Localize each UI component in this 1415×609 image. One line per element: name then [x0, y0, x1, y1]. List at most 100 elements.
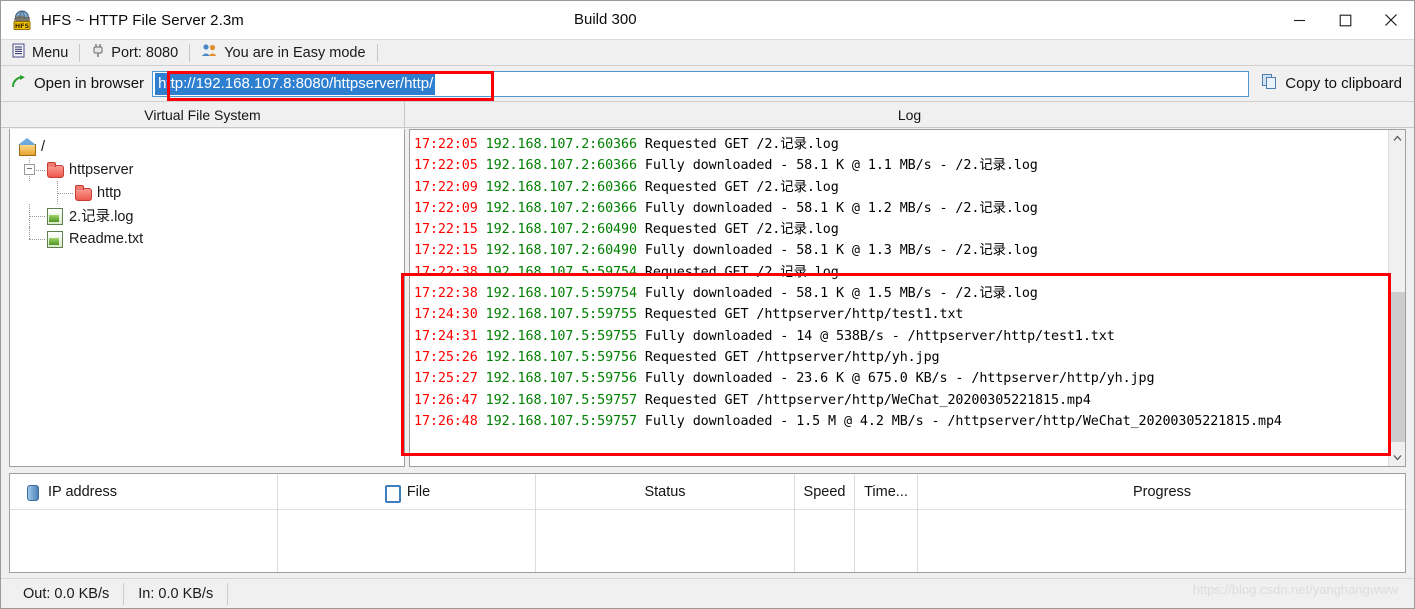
log-message: Requested GET /httpserver/http/WeChat_20…	[644, 392, 1091, 408]
log-line: 17:24:30 192.168.107.5:59755 Requested G…	[414, 304, 1388, 325]
log-timestamp: 17:22:09	[414, 200, 486, 216]
log-line: 17:26:48 192.168.107.5:59757 Fully downl…	[414, 411, 1388, 432]
column-header[interactable]: File	[278, 474, 536, 510]
maximize-button[interactable]	[1322, 1, 1368, 39]
transfers-table-header: IP address File Status Speed Time... Progress	[10, 474, 1405, 510]
table-column	[855, 510, 918, 572]
menu-list-icon	[12, 43, 26, 62]
column-header[interactable]: Status	[536, 474, 795, 510]
log-panel-header: Log	[897, 107, 922, 123]
easy-mode-button[interactable]: You are in Easy mode	[190, 40, 376, 66]
vfs-panel-header: Virtual File System	[1, 102, 405, 128]
tree-expander-icon[interactable]: −	[24, 164, 35, 175]
file-icon	[46, 207, 64, 225]
log-ip-port: 192.168.107.5:59756	[485, 349, 645, 365]
column-header-label: Speed	[803, 484, 846, 500]
menu-button[interactable]: Menu	[1, 40, 79, 66]
window-title: HFS ~ HTTP File Server 2.3m	[41, 11, 244, 29]
log-message: Fully downloaded - 58.1 K @ 1.2 MB/s - /…	[644, 200, 1038, 216]
log-ip-port: 192.168.107.2:60366	[485, 179, 645, 195]
tree-node[interactable]: /	[18, 135, 404, 158]
tree-connector	[57, 193, 73, 194]
table-column	[918, 510, 1405, 572]
log-ip-port: 192.168.107.2:60366	[485, 158, 645, 174]
log-ip-port: 192.168.107.5:59757	[485, 392, 645, 408]
log-timestamp: 17:22:05	[414, 158, 486, 174]
users-icon	[201, 43, 218, 62]
transfers-table-body[interactable]	[10, 510, 1405, 572]
log-timestamp: 17:24:31	[414, 328, 486, 344]
table-column	[278, 510, 536, 572]
log-ip-port: 192.168.107.5:59754	[485, 286, 645, 302]
menu-strip: Menu Port: 8080 You are in Easy mode	[1, 39, 1414, 66]
hfs-window: HFS HFS ~ HTTP File Server 2.3m Build 30…	[0, 0, 1415, 609]
port-button[interactable]: Port: 8080	[80, 40, 189, 66]
table-column	[795, 510, 855, 572]
port-label: Port: 8080	[111, 44, 179, 61]
log-timestamp: 17:24:30	[414, 307, 486, 323]
copy-to-clipboard-button[interactable]: Copy to clipboard	[1251, 66, 1414, 102]
log-line: 17:25:27 192.168.107.5:59756 Fully downl…	[414, 368, 1388, 389]
scrollbar-track[interactable]	[1389, 147, 1405, 449]
log-line: 17:22:15 192.168.107.2:60490 Fully downl…	[414, 240, 1388, 261]
log-message: Requested GET /httpserver/http/yh.jpg	[644, 349, 940, 365]
panel-headers: Virtual File System Log	[1, 102, 1414, 128]
log-line: 17:26:47 192.168.107.5:59757 Requested G…	[414, 390, 1388, 411]
tree-node[interactable]: − httpserver	[18, 158, 404, 181]
tree-connector	[29, 239, 45, 240]
log-scrollbar[interactable]	[1388, 130, 1405, 466]
scroll-up-arrow-icon[interactable]	[1389, 130, 1405, 147]
log-line: 17:22:09 192.168.107.2:60366 Fully downl…	[414, 198, 1388, 219]
column-header[interactable]: Time...	[855, 474, 918, 510]
log-timestamp: 17:22:38	[414, 286, 486, 302]
tree-node[interactable]: http	[18, 181, 404, 204]
column-header-label: Time...	[864, 484, 908, 500]
transfers-table[interactable]: IP address File Status Speed Time... Progress	[9, 473, 1406, 573]
tree-node-label: 2.记录.log	[69, 209, 134, 225]
log-timestamp: 17:22:15	[414, 222, 486, 238]
scrollbar-thumb[interactable]	[1389, 292, 1405, 442]
status-out: Out: 0.0 KB/s	[9, 582, 125, 605]
log-ip-port: 192.168.107.5:59755	[485, 307, 645, 323]
tree-node[interactable]: Readme.txt	[18, 227, 404, 250]
log-timestamp: 17:22:38	[414, 264, 486, 280]
log-timestamp: 17:22:09	[414, 179, 486, 195]
close-button[interactable]	[1368, 1, 1414, 39]
log-line: 17:24:31 192.168.107.5:59755 Fully downl…	[414, 326, 1388, 347]
log-message: Requested GET /2.记录.log	[644, 137, 839, 152]
log-message: Fully downloaded - 1.5 M @ 4.2 MB/s - /h…	[644, 413, 1282, 429]
log-line: 17:22:15 192.168.107.2:60490 Requested G…	[414, 219, 1388, 240]
tree-connector	[29, 227, 30, 239]
status-bar: Out: 0.0 KB/s In: 0.0 KB/s https://blog.…	[1, 578, 1414, 608]
tree-node[interactable]: 2.记录.log	[18, 204, 404, 227]
log-message: Fully downloaded - 23.6 K @ 675.0 KB/s -…	[644, 371, 1155, 387]
menu-separator-3	[376, 43, 378, 62]
column-header[interactable]: Speed	[795, 474, 855, 510]
log-timestamp: 17:22:05	[414, 137, 486, 152]
log-ip-port: 192.168.107.2:60366	[485, 200, 645, 216]
column-header-label: Progress	[1132, 484, 1192, 500]
log-timestamp: 17:22:15	[414, 243, 486, 259]
copy-to-clipboard-label: Copy to clipboard	[1285, 75, 1402, 92]
virtual-file-system-panel[interactable]: / − httpserver http 2.记录.log Readme.txt	[9, 129, 405, 467]
log-ip-port: 192.168.107.5:59757	[485, 413, 645, 429]
copy-pages-icon	[1261, 73, 1278, 94]
open-in-browser-button[interactable]: Open in browser	[1, 74, 150, 94]
log-message: Fully downloaded - 58.1 K @ 1.1 MB/s - /…	[644, 158, 1038, 174]
folder-icon	[46, 161, 64, 178]
minimize-button[interactable]	[1276, 1, 1322, 39]
file-column-icon	[383, 484, 401, 503]
url-input[interactable]: http://192.168.107.8:8080/httpserver/htt…	[152, 70, 1250, 97]
log-lines-container[interactable]: 17:22:05 192.168.107.2:60366 Requested G…	[410, 130, 1388, 466]
tree-node-label: Readme.txt	[69, 230, 144, 247]
scroll-down-arrow-icon[interactable]	[1389, 449, 1405, 466]
file-tree[interactable]: / − httpserver http 2.记录.log Readme.txt	[10, 129, 404, 250]
log-message: Fully downloaded - 14 @ 538B/s - /httpse…	[644, 328, 1115, 344]
log-panel[interactable]: 17:22:05 192.168.107.2:60366 Requested G…	[409, 129, 1406, 467]
log-message: Requested GET /2.记录.log	[644, 222, 839, 238]
column-header[interactable]: IP address	[10, 474, 278, 510]
log-line: 17:22:09 192.168.107.2:60366 Requested G…	[414, 177, 1388, 198]
url-value[interactable]: http://192.168.107.8:8080/httpserver/htt…	[155, 72, 436, 95]
log-ip-port: 192.168.107.5:59756	[485, 371, 645, 387]
column-header[interactable]: Progress	[918, 474, 1405, 510]
